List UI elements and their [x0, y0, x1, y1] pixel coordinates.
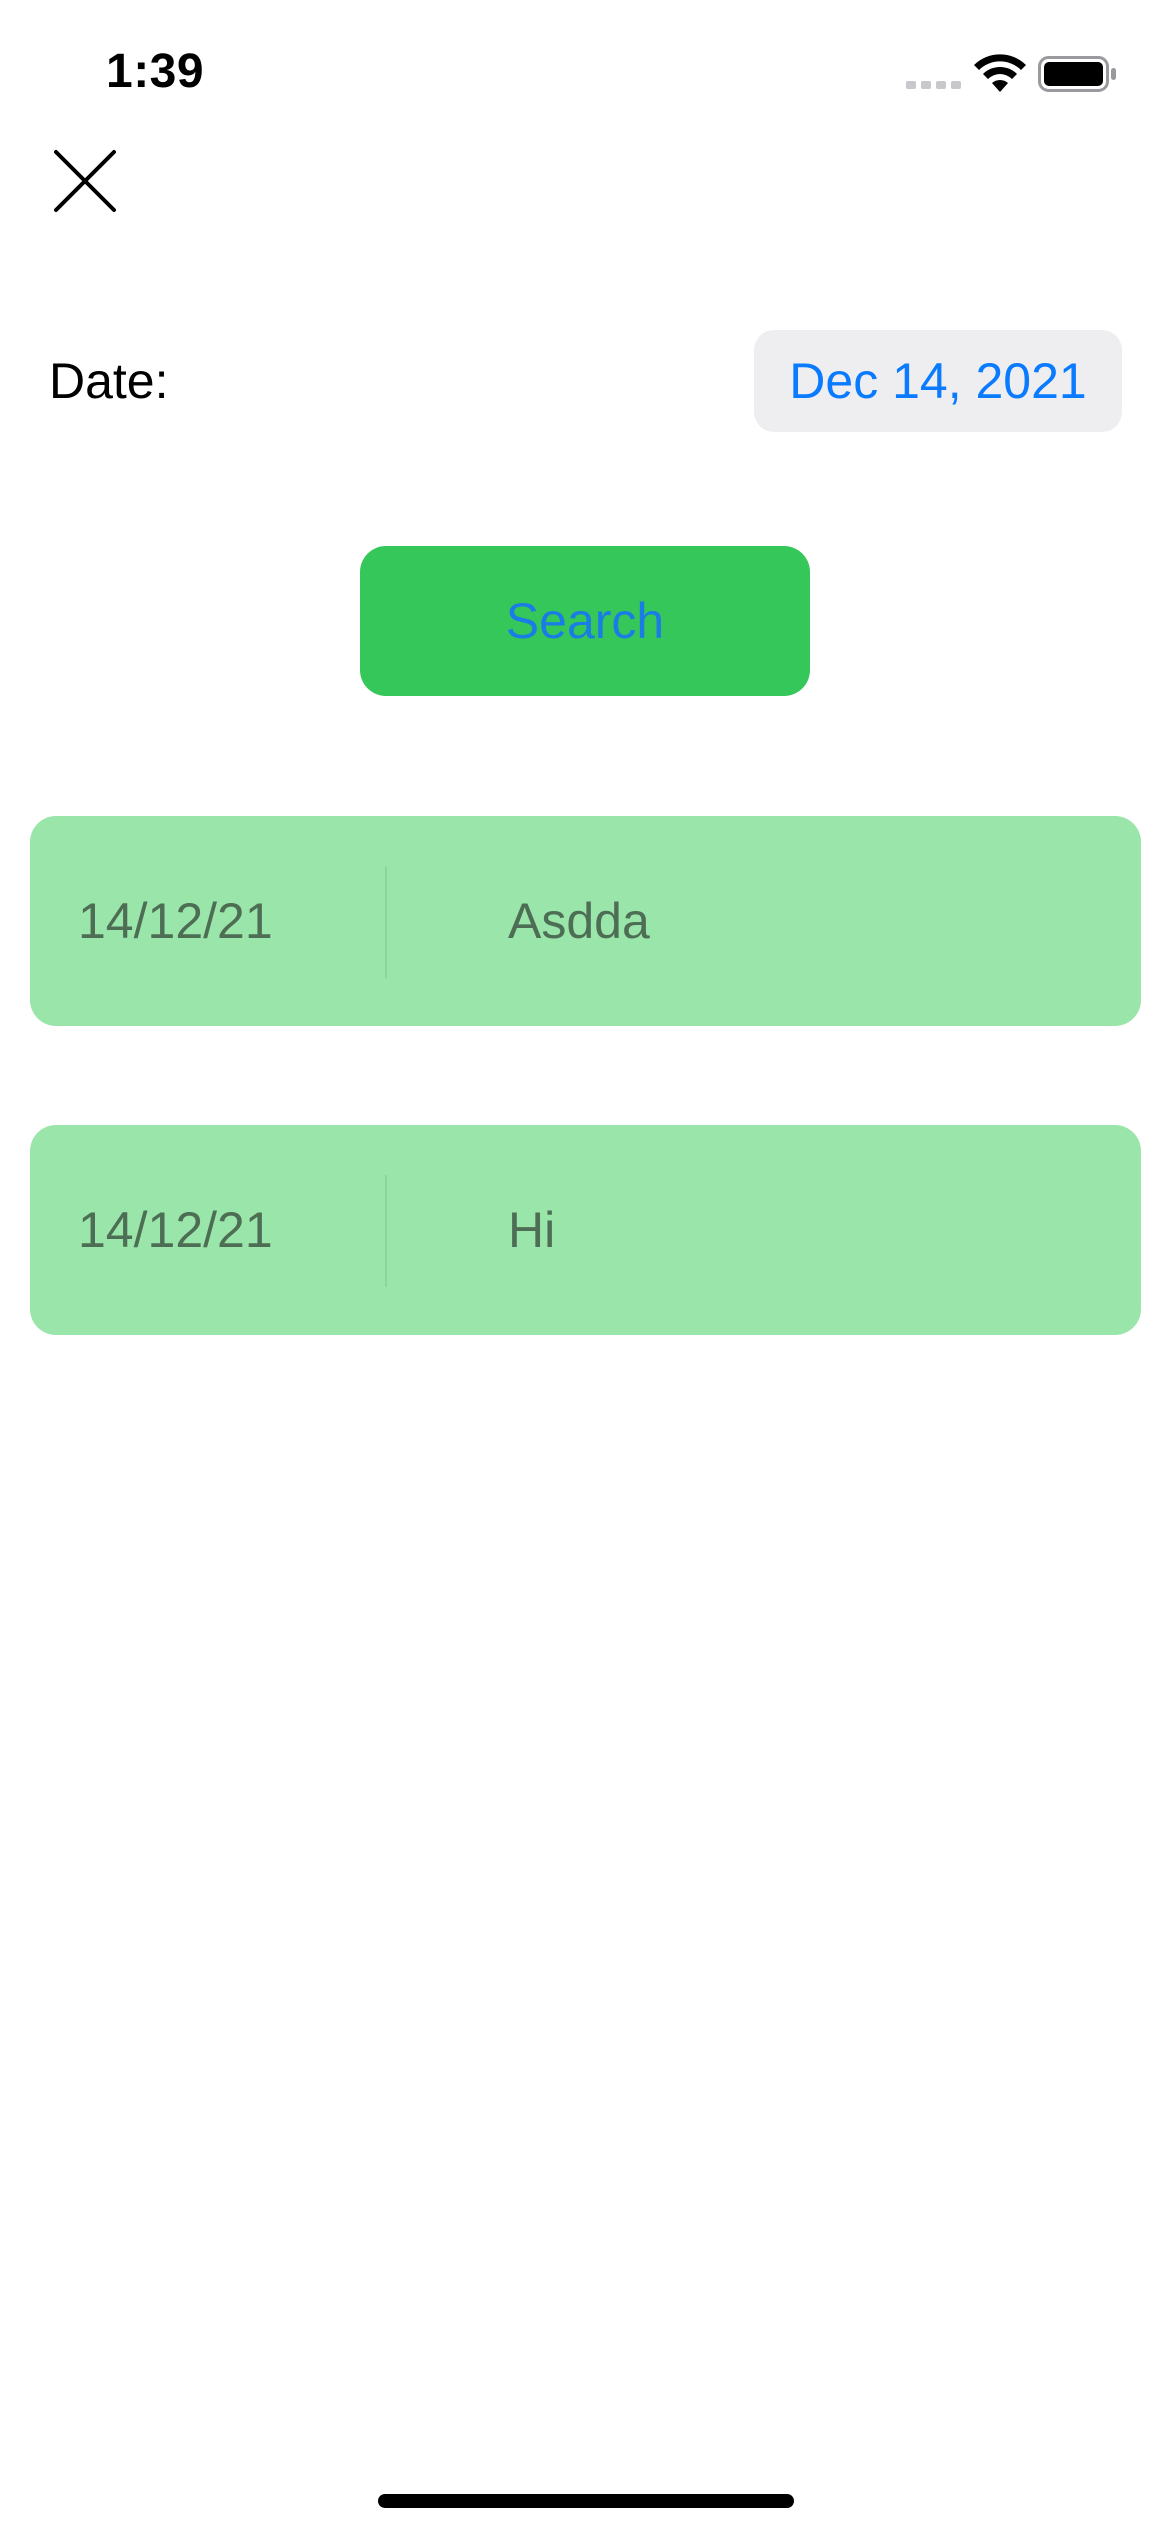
- status-time: 1:39: [106, 45, 205, 98]
- row-divider: [385, 866, 387, 978]
- screen: 1:39 Date: Dec 14, 2021 Search 14/12/21 …: [0, 0, 1170, 2532]
- home-indicator[interactable]: [378, 2494, 794, 2508]
- result-row-text: Hi: [508, 1202, 556, 1258]
- result-row-date: 14/12/21: [78, 1202, 273, 1258]
- date-picker-value: Dec 14, 2021: [789, 353, 1087, 409]
- result-row[interactable]: 14/12/21 Asdda: [30, 816, 1141, 1026]
- result-row[interactable]: 14/12/21 Hi: [30, 1125, 1141, 1335]
- result-row-date: 14/12/21: [78, 893, 273, 949]
- battery-icon: [1038, 56, 1116, 92]
- cellular-signal-icon: [906, 81, 961, 89]
- search-button[interactable]: Search: [360, 546, 810, 696]
- row-divider: [385, 1175, 387, 1287]
- date-picker-button[interactable]: Dec 14, 2021: [754, 330, 1122, 432]
- search-button-label: Search: [505, 593, 665, 649]
- result-row-text: Asdda: [508, 893, 650, 949]
- date-label: Date:: [49, 353, 169, 409]
- wifi-icon: [974, 54, 1026, 92]
- close-icon[interactable]: [52, 148, 118, 214]
